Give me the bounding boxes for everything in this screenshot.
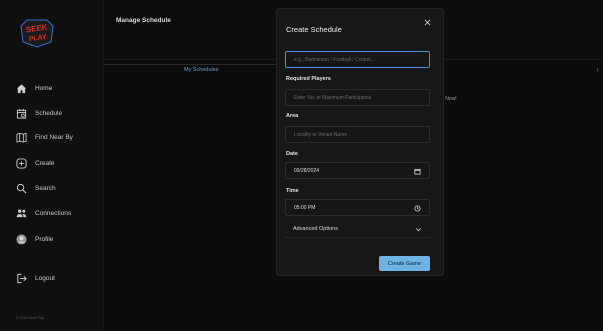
clock-icon[interactable] bbox=[413, 204, 421, 212]
advanced-options-toggle[interactable]: Advanced Options bbox=[285, 221, 430, 238]
sidebar-item-label: Find Near By bbox=[35, 133, 73, 141]
logout-icon bbox=[15, 272, 27, 284]
sidebar-item-label: Connections bbox=[35, 209, 72, 217]
sidebar-item-label: Profile bbox=[35, 235, 54, 243]
date-label: Date bbox=[286, 151, 298, 157]
tab-my-schedules[interactable]: My Schedules bbox=[184, 67, 219, 73]
sidebar-item-profile[interactable]: Profile bbox=[15, 232, 53, 246]
chevron-down-icon bbox=[416, 228, 421, 232]
required-players-label: Required Players bbox=[286, 76, 331, 82]
sidebar-item-logout[interactable]: Logout bbox=[15, 271, 55, 285]
home-icon bbox=[15, 82, 27, 94]
area-input[interactable]: Locality or Venue Name bbox=[285, 126, 430, 143]
area-label: Area bbox=[286, 113, 299, 119]
search-icon bbox=[15, 182, 27, 194]
sport-input[interactable]: e.g., Badminton / Football / Cricket... bbox=[285, 51, 430, 68]
calendar-icon bbox=[15, 107, 27, 119]
sidebar-item-schedule[interactable]: Schedule bbox=[15, 106, 62, 120]
avatar-icon bbox=[15, 233, 27, 245]
modal-title: Create Schedule bbox=[286, 25, 342, 34]
sidebar-item-label: Create bbox=[35, 159, 55, 167]
sidebar-item-connections[interactable]: Connections bbox=[15, 206, 71, 220]
plus-circle-icon bbox=[15, 157, 27, 169]
create-schedule-modal: Create Schedule e.g., Badminton / Footba… bbox=[276, 8, 444, 276]
close-button[interactable] bbox=[423, 18, 432, 27]
sidebar-item-label: Schedule bbox=[35, 109, 63, 117]
map-icon bbox=[15, 131, 27, 143]
time-label: Time bbox=[286, 188, 299, 194]
advanced-options-label: Advanced Options bbox=[293, 226, 338, 232]
tab-divider bbox=[104, 64, 276, 65]
time-input[interactable]: 05:00 PM bbox=[285, 199, 430, 216]
area-placeholder: Locality or Venue Name bbox=[294, 131, 348, 138]
sidebar-item-create[interactable]: Create bbox=[15, 156, 55, 170]
sidebar-item-find-near-by[interactable]: Find Near By bbox=[15, 130, 73, 144]
sidebar-item-label: Search bbox=[35, 184, 56, 192]
seek-play-logo[interactable]: SEEK PLAY bbox=[17, 18, 57, 48]
page-title: Manage Schedule bbox=[116, 17, 171, 24]
sidebar-item-label: Home bbox=[35, 84, 53, 92]
required-players-input[interactable]: Enter No. of Maximum Participants bbox=[285, 89, 430, 106]
required-players-placeholder: Enter No. of Maximum Participants bbox=[294, 94, 372, 101]
clipped-text: f bbox=[597, 68, 599, 74]
sidebar-item-label: Logout bbox=[35, 274, 55, 282]
time-value: 05:00 PM bbox=[294, 204, 316, 211]
people-icon bbox=[15, 207, 27, 219]
sidebar-item-search[interactable]: Search bbox=[15, 181, 56, 195]
date-value: 09/28/2024 bbox=[294, 167, 320, 174]
sidebar-item-home[interactable]: Home bbox=[15, 81, 52, 95]
copyright-text: © 2024 Seek Play bbox=[16, 316, 45, 320]
create-game-button[interactable]: Create Game bbox=[379, 256, 430, 271]
date-input[interactable]: 09/28/2024 bbox=[285, 162, 430, 179]
calendar-icon[interactable] bbox=[413, 167, 421, 175]
sidebar: SEEK PLAY Home Schedule Find Near By Cre… bbox=[0, 0, 104, 331]
sport-input-placeholder: e.g., Badminton / Football / Cricket... bbox=[294, 56, 375, 63]
close-icon bbox=[424, 19, 431, 26]
